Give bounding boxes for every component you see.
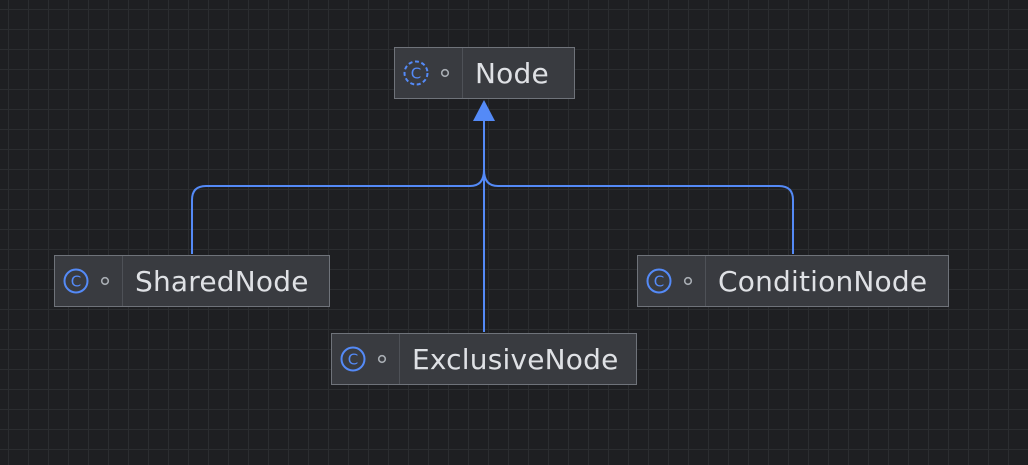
package-private-icon xyxy=(440,68,450,78)
class-name: Node xyxy=(475,56,549,90)
svg-text:C: C xyxy=(411,65,421,83)
node-icons: C xyxy=(55,256,123,306)
class-name: SharedNode xyxy=(135,264,309,298)
class-icon: C xyxy=(646,268,672,294)
node-icons: C xyxy=(332,334,400,384)
class-node-exclusivenode[interactable]: C ExclusiveNode xyxy=(331,333,637,385)
class-name: ConditionNode xyxy=(718,264,928,298)
class-icon: C xyxy=(340,346,366,372)
uml-class-diagram: C Node C SharedNode C ExclusiveNode C Co… xyxy=(0,0,1028,465)
node-icons: C xyxy=(395,48,463,98)
inheritance-arrowhead xyxy=(473,100,495,121)
svg-text:C: C xyxy=(71,273,81,291)
class-name: ExclusiveNode xyxy=(412,342,619,376)
class-icon: C xyxy=(63,268,89,294)
svg-text:C: C xyxy=(654,273,664,291)
edge-sharednode-to-node[interactable] xyxy=(191,120,485,254)
package-private-icon xyxy=(100,276,110,286)
class-node-node[interactable]: C Node xyxy=(394,47,575,99)
class-node-conditionnode[interactable]: C ConditionNode xyxy=(637,255,949,307)
class-abstract-icon: C xyxy=(403,60,429,86)
package-private-icon xyxy=(377,354,387,364)
package-private-icon xyxy=(683,276,693,286)
node-icons: C xyxy=(638,256,706,306)
class-node-sharednode[interactable]: C SharedNode xyxy=(54,255,330,307)
svg-text:C: C xyxy=(348,351,358,369)
edge-conditionnode-to-node[interactable] xyxy=(483,120,794,254)
